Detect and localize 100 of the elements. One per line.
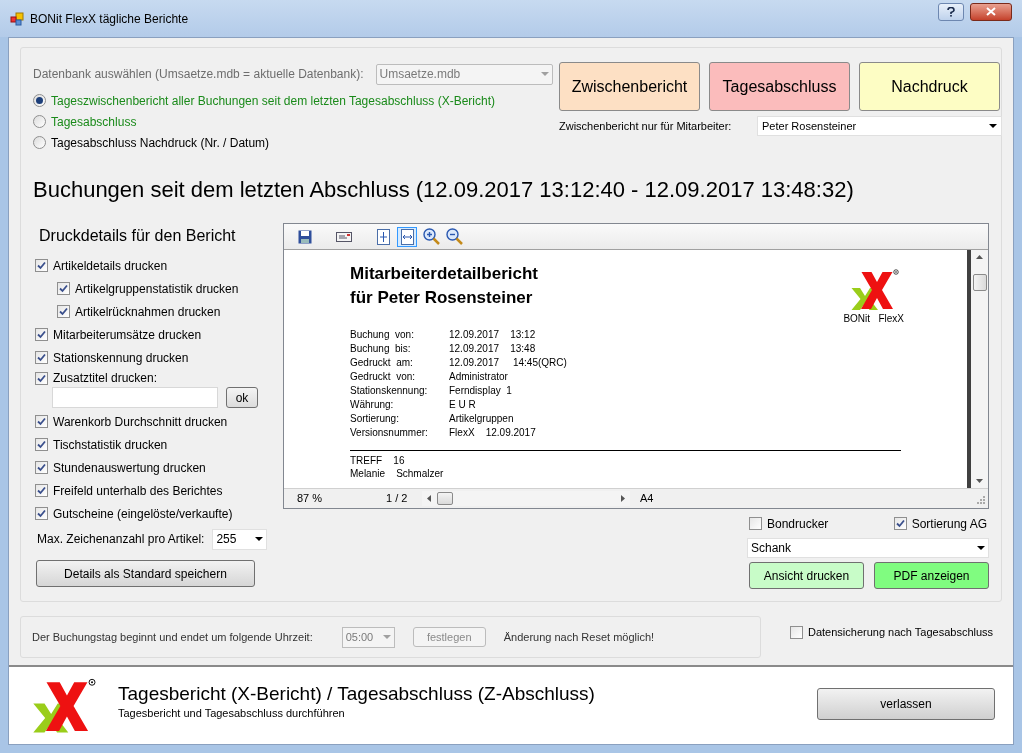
dropdown-arrow-icon xyxy=(977,546,985,550)
scroll-down-icon[interactable] xyxy=(976,479,983,483)
scroll-thumb[interactable] xyxy=(972,274,987,291)
checkbox-label[interactable]: Stationskennung drucken xyxy=(53,348,189,367)
save-icon[interactable] xyxy=(298,229,312,244)
checkbox[interactable] xyxy=(749,517,762,530)
exit-button[interactable]: verlassen xyxy=(817,687,995,720)
checkbox[interactable] xyxy=(790,625,803,639)
footer-title: Tagesbericht (X-Bericht) / Tagesabschluss (Z-Abschluss) xyxy=(118,683,595,706)
checkbox[interactable] xyxy=(35,259,48,272)
report-action-button[interactable]: Tagesabschluss xyxy=(709,62,850,111)
report-field-label: Währung: xyxy=(350,398,395,412)
radio-button[interactable] xyxy=(33,94,46,107)
output-button[interactable]: Ansicht drucken xyxy=(749,562,864,589)
checkbox-label[interactable]: Gutscheine (eingelöste/verkaufte) xyxy=(53,504,233,523)
database-label: Datenbank auswählen (Umsaetze.mdb = aktuelle Datenbank): xyxy=(33,66,364,83)
report-action-button[interactable]: Zwischenbericht xyxy=(559,62,700,111)
close-button[interactable] xyxy=(970,2,1012,21)
report-field-label: Stationskennung: xyxy=(350,384,429,398)
report-field-label: Sortierung: xyxy=(350,412,400,426)
ok-button[interactable]: ok xyxy=(226,387,258,408)
fit-width-button[interactable] xyxy=(397,226,417,247)
report-field-label: Gedruckt von: xyxy=(350,370,417,384)
report-line: TREFF 16 xyxy=(350,453,406,467)
radio-label[interactable]: Tagesabschluss Nachdruck (Nr. / Datum) xyxy=(51,133,270,152)
close-icon xyxy=(986,7,996,16)
zoom-in-icon[interactable] xyxy=(423,228,440,245)
help-button[interactable] xyxy=(938,2,964,21)
scroll-up-icon[interactable] xyxy=(976,255,983,259)
report-field-value: Artikelgruppen xyxy=(449,412,514,426)
paper-size: A4 xyxy=(640,491,654,507)
footer-subtitle: Tagesbericht und Tagesabschluss durchführen xyxy=(118,706,346,722)
checkbox-label[interactable]: Artikelgruppenstatistik drucken xyxy=(75,279,239,298)
checkbox-label[interactable]: Tischstatistik drucken xyxy=(53,435,168,454)
max-chars-dropdown[interactable]: 255 xyxy=(212,528,268,550)
checkbox-label[interactable]: Datensicherung nach Tagesabschluss xyxy=(808,623,994,641)
report-field-value: 12.09.2017 13:48 xyxy=(449,342,536,356)
checkbox-label[interactable]: Artikelrücknahmen drucken xyxy=(75,302,221,321)
checkbox[interactable] xyxy=(35,438,48,451)
checkbox-label[interactable]: Mitarbeiterumsätze drucken xyxy=(53,325,202,344)
report-field-value: 12.09.2017 14:45(QRC) xyxy=(449,356,567,370)
fit-page-icon[interactable] xyxy=(376,228,391,245)
checkbox[interactable] xyxy=(35,484,48,497)
report-title: Mitarbeiterdetailbericht xyxy=(350,263,538,285)
help-icon xyxy=(947,6,955,17)
report-field-value: Ferndisplay 1 xyxy=(449,384,512,398)
checkbox-label[interactable]: Artikeldetails drucken xyxy=(53,256,168,275)
horizontal-scrollbar[interactable] xyxy=(422,491,630,506)
email-icon[interactable] xyxy=(336,230,352,243)
checkbox-label[interactable]: Zusatztitel drucken: xyxy=(53,369,158,387)
report-field-value: FlexX 12.09.2017 xyxy=(449,426,536,440)
report-field-value: 12.09.2017 13:12 xyxy=(449,328,536,342)
report-field-label: Gedruckt am: xyxy=(350,356,414,370)
radio-button[interactable] xyxy=(33,115,46,128)
radio-label[interactable]: Tageszwischenbericht aller Buchungen seit dem letzten Tagesabschluss (X-Bericht) xyxy=(51,91,495,110)
save-defaults-button[interactable]: Details als Standard speichern xyxy=(36,560,255,587)
zoom-out-icon[interactable] xyxy=(446,228,463,245)
employee-label: Zwischenbericht nur für Mitarbeiter: xyxy=(559,118,733,134)
resize-grip-icon xyxy=(975,493,985,504)
period-heading: Buchungen seit dem letzten Abschluss (12.09.2017 13:12:40 - 12.09.2017 13:48:32) xyxy=(33,176,855,204)
app-icon xyxy=(10,11,24,26)
output-button[interactable]: PDF anzeigen xyxy=(874,562,989,589)
logo-caption: BONit FlexX xyxy=(843,311,904,326)
checkbox-label[interactable]: Stundenauswertung drucken xyxy=(53,458,206,477)
checkbox[interactable] xyxy=(35,328,48,341)
scroll-left-icon[interactable] xyxy=(427,495,431,502)
radio-label[interactable]: Tagesabschluss xyxy=(51,112,137,131)
zoom-level: 87 % xyxy=(297,491,324,507)
dropdown-arrow-icon xyxy=(541,72,549,76)
max-chars-label: Max. Zeichenanzahl pro Artikel: xyxy=(37,531,205,548)
checkbox[interactable] xyxy=(35,371,48,385)
day-start-label: Der Buchungstag beginnt und endet um folgende Uhrzeit: xyxy=(32,629,313,645)
checkbox[interactable] xyxy=(35,461,48,474)
report-field-label: Buchung von: xyxy=(350,328,415,342)
checkbox[interactable] xyxy=(57,305,70,318)
title-input-field[interactable] xyxy=(52,387,218,408)
printer-dropdown[interactable]: Schank xyxy=(747,538,989,558)
checkbox-label[interactable]: Warenkorb Durchschnitt drucken xyxy=(53,412,228,431)
print-details-heading: Druckdetails für den Bericht xyxy=(38,226,237,246)
scroll-thumb[interactable] xyxy=(437,492,453,505)
report-field-value: E U R xyxy=(449,398,476,412)
checkbox[interactable] xyxy=(35,415,48,428)
dropdown-arrow-icon xyxy=(989,124,997,128)
checkbox-label[interactable]: Sortierung AG xyxy=(911,514,987,533)
checkbox-label[interactable]: Freifeld unterhalb des Berichtes xyxy=(53,481,223,500)
report-title: für Peter Rosensteiner xyxy=(350,287,534,309)
radio-button[interactable] xyxy=(33,136,46,149)
reset-note: Änderung nach Reset möglich! xyxy=(503,629,655,645)
scroll-right-icon[interactable] xyxy=(621,495,625,502)
employee-dropdown[interactable]: Peter Rosensteiner xyxy=(757,116,1002,136)
checkbox[interactable] xyxy=(35,507,48,520)
checkbox-label[interactable]: Bondrucker xyxy=(767,514,829,533)
vertical-scrollbar[interactable] xyxy=(971,250,988,488)
report-action-button[interactable]: Nachdruck xyxy=(859,62,1000,111)
dropdown-arrow-icon xyxy=(255,537,264,541)
logo-icon xyxy=(30,677,96,734)
checkbox[interactable] xyxy=(57,282,70,295)
report-field-label: Buchung bis: xyxy=(350,342,412,356)
checkbox[interactable] xyxy=(893,517,907,530)
checkbox[interactable] xyxy=(35,351,48,364)
